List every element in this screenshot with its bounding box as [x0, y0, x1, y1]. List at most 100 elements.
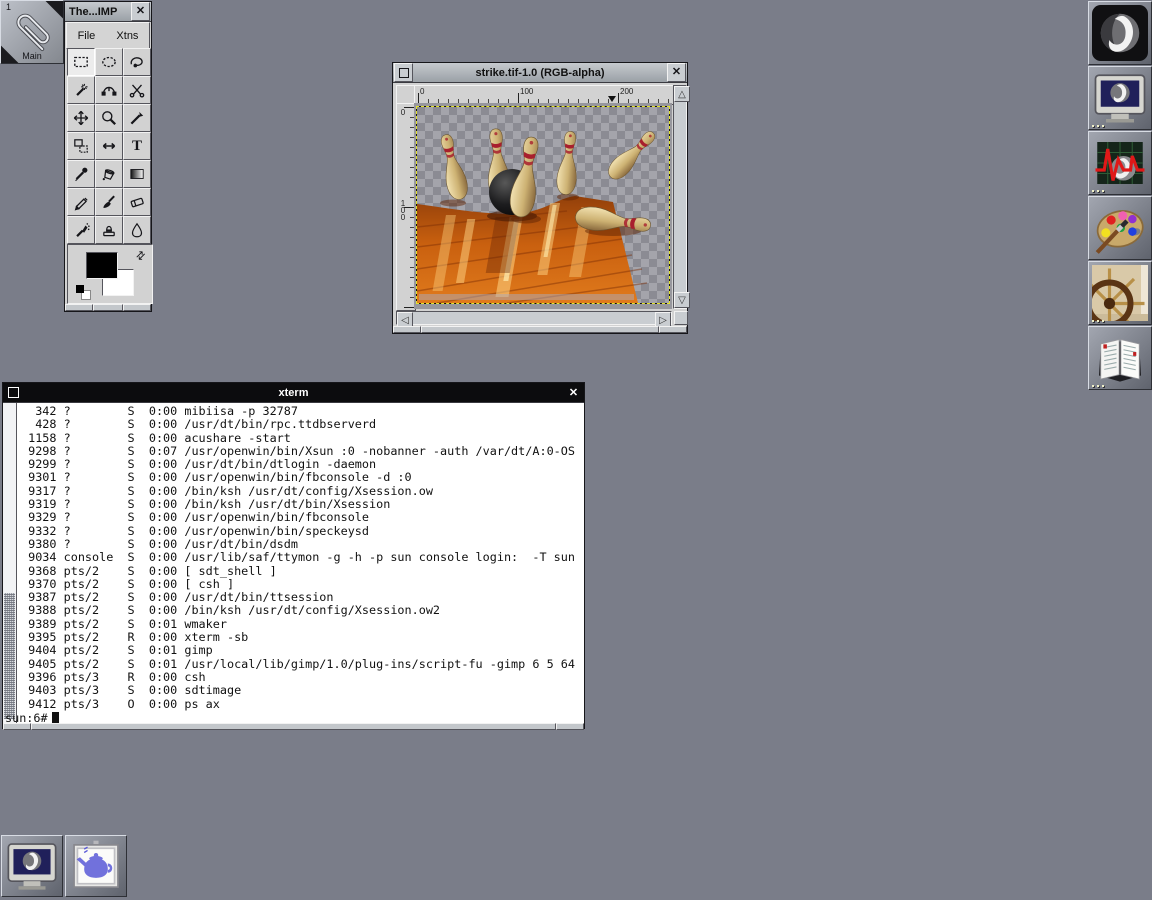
gradient-icon: [128, 165, 146, 183]
open-book-icon: [1092, 330, 1148, 386]
tool-convolve-button[interactable]: [123, 216, 151, 244]
xterm-miniaturize-button[interactable]: [5, 384, 22, 401]
color-selector: ⇄: [67, 244, 153, 304]
image-titlebar[interactable]: strike.tif-1.0 (RGB-alpha) ✕: [393, 63, 687, 83]
lasso-icon: [128, 53, 146, 71]
image-close-button[interactable]: ✕: [667, 63, 686, 82]
workspace-clip[interactable]: 1 Main: [0, 0, 64, 64]
dock-item-helm[interactable]: [1088, 261, 1152, 325]
tool-pencil-button[interactable]: [67, 188, 95, 216]
horizontal-ruler[interactable]: 0 100 200: [414, 85, 674, 105]
tool-color-picker-button[interactable]: [67, 160, 95, 188]
tool-paintbrush-button[interactable]: [95, 188, 123, 216]
stamp-icon: [100, 221, 118, 239]
tool-transform-button[interactable]: [67, 132, 95, 160]
dock-item-gimp[interactable]: [1088, 196, 1152, 260]
monitor-gnustep-icon: [1092, 70, 1148, 126]
scalpel-icon: [128, 109, 146, 127]
workspace-number: 1: [6, 2, 11, 12]
running-indicator-dots: [1092, 190, 1104, 192]
default-colors-icon[interactable]: [76, 285, 84, 293]
image-title: strike.tif-1.0 (RGB-alpha): [414, 67, 666, 79]
running-indicator-dots: [1092, 320, 1104, 322]
gimp-image-window: strike.tif-1.0 (RGB-alpha) ✕ 0 100 200 0…: [392, 62, 688, 334]
image-miniaturize-button[interactable]: [394, 63, 413, 82]
vertical-scrollbar[interactable]: △ ▽: [673, 85, 687, 309]
tool-eraser-button[interactable]: [123, 188, 151, 216]
miniaturize-icon: [8, 387, 19, 398]
bezier-pen-icon: [100, 81, 118, 99]
paintbrush-icon: [100, 193, 118, 211]
dock-item-gnustep[interactable]: [1088, 1, 1152, 65]
tool-rect-select-button[interactable]: [67, 48, 95, 76]
terminal-content[interactable]: 342 ? S 0:00 mibiisa -p 32787 428 ? S 0:…: [3, 403, 584, 723]
toolbox-title: The...IMP: [65, 6, 130, 18]
tool-free-select-button[interactable]: [123, 48, 151, 76]
teapot-icon: [69, 839, 123, 893]
terminal-output: 342 ? S 0:00 mibiisa -p 32787 428 ? S 0:…: [21, 405, 575, 711]
xterm-close-button[interactable]: ✕: [565, 384, 582, 401]
scroll-down-icon[interactable]: ▽: [674, 292, 690, 308]
pencil-icon: [72, 193, 90, 211]
xterm-title: xterm: [24, 387, 563, 399]
tool-flip-button[interactable]: [95, 132, 123, 160]
foreground-color-swatch[interactable]: [86, 252, 118, 279]
horizontal-scrollbar[interactable]: ◁ ▷: [396, 311, 672, 325]
airbrush-icon: [72, 221, 90, 239]
tool-clone-button[interactable]: [95, 216, 123, 244]
appicon-monitor[interactable]: [1, 835, 63, 897]
bowling-strike-image: [417, 107, 669, 303]
image-resizebar[interactable]: [393, 326, 687, 333]
ekg-monitor-icon: [1092, 135, 1148, 191]
ruler-position-marker: [608, 96, 616, 102]
tool-fuzzy-select-button[interactable]: [67, 76, 95, 104]
tool-crop-button[interactable]: [123, 104, 151, 132]
dock-item-system-monitor[interactable]: [1088, 131, 1152, 195]
tool-blend-button[interactable]: [123, 160, 151, 188]
image-canvas[interactable]: [414, 103, 672, 309]
terminal-scrollbar[interactable]: [3, 403, 17, 723]
ruler-origin-box[interactable]: [396, 85, 416, 105]
image-layer[interactable]: [416, 106, 670, 304]
tool-bucket-fill-button[interactable]: [95, 160, 123, 188]
bucket-fill-icon: [100, 165, 118, 183]
water-drop-icon: [128, 221, 146, 239]
toolbox-titlebar[interactable]: The...IMP ✕: [65, 2, 151, 22]
running-indicator-dots: [1092, 385, 1104, 387]
menu-xtns[interactable]: Xtns: [116, 30, 138, 42]
xterm-titlebar[interactable]: xterm ✕: [3, 383, 584, 403]
vruler-label-100: 1 0 0: [399, 200, 407, 221]
magic-wand-icon: [72, 81, 90, 99]
text-tool-icon: T: [132, 138, 142, 155]
swap-colors-icon[interactable]: ⇄: [133, 248, 149, 264]
tool-move-button[interactable]: [67, 104, 95, 132]
flip-arrow-icon: [100, 137, 118, 155]
magnifier-icon: [100, 109, 118, 127]
dock-item-book[interactable]: [1088, 326, 1152, 390]
hruler-label-100: 100: [520, 87, 533, 96]
tool-bezier-select-button[interactable]: [95, 76, 123, 104]
scroll-up-icon[interactable]: △: [674, 86, 690, 102]
toolbox-resizebar[interactable]: [65, 304, 151, 311]
rect-select-icon: [72, 53, 90, 71]
vertical-ruler[interactable]: 0 1 0 0: [396, 103, 416, 311]
eyedropper-icon: [72, 165, 90, 183]
tool-grid: T: [67, 48, 151, 244]
tool-magnify-button[interactable]: [95, 104, 123, 132]
tool-scissors-button[interactable]: [123, 76, 151, 104]
desktop: { "desktop": { "background": "#7a7d89" }…: [0, 0, 1152, 900]
terminal-scrollbar-thumb[interactable]: [4, 593, 15, 719]
monitor-gnustep-icon: [5, 839, 59, 893]
toolbox-close-button[interactable]: ✕: [131, 2, 150, 21]
dock-item-monitor[interactable]: [1088, 66, 1152, 130]
menu-file[interactable]: File: [78, 30, 96, 42]
tool-ellipse-select-button[interactable]: [95, 48, 123, 76]
appicon-teapot[interactable]: [65, 835, 127, 897]
tool-airbrush-button[interactable]: [67, 216, 95, 244]
tool-text-button[interactable]: T: [123, 132, 151, 160]
scissors-icon: [128, 81, 146, 99]
hruler-label-200: 200: [620, 87, 633, 96]
gimp-palette-icon: [1092, 200, 1148, 256]
xterm-resizebar[interactable]: [3, 723, 584, 730]
scrollbar-corner: [674, 311, 688, 325]
